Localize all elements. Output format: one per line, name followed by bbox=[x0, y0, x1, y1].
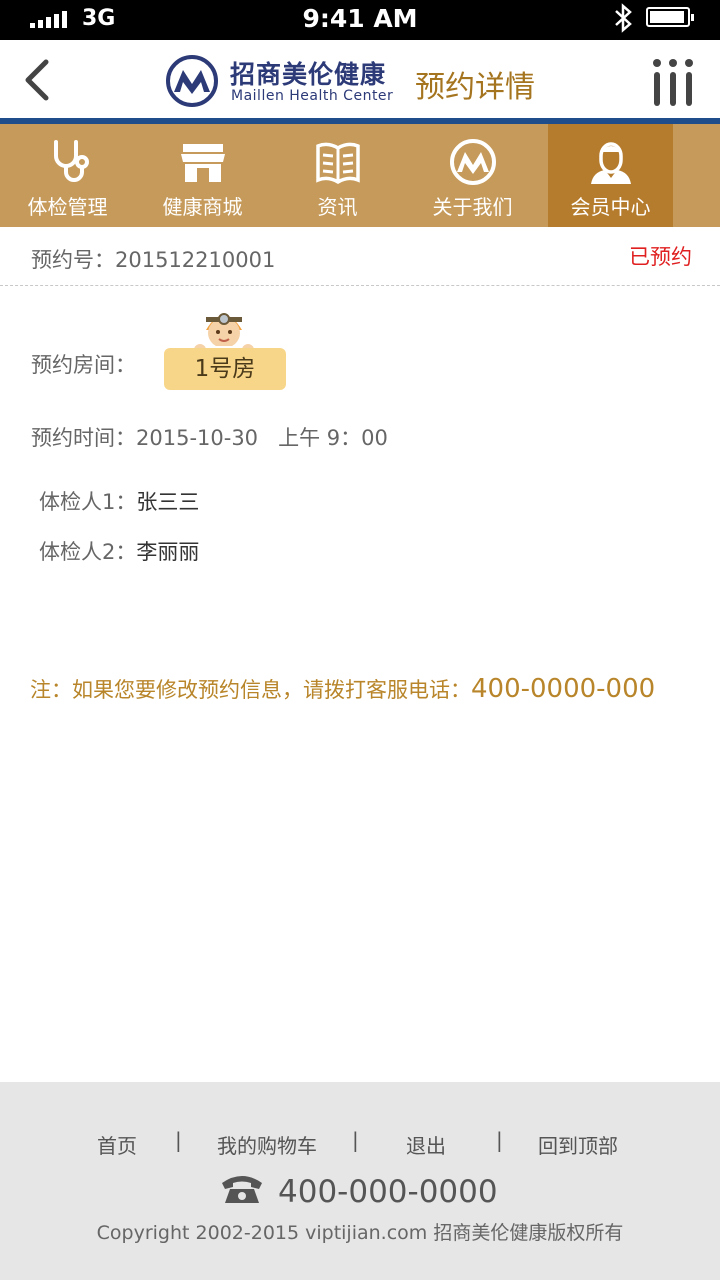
footer-phone[interactable]: 400-000-0000 bbox=[278, 1174, 498, 1210]
menu-icon[interactable] bbox=[650, 58, 696, 108]
footer-separator: | bbox=[175, 1128, 182, 1152]
phone-icon bbox=[222, 1176, 262, 1203]
order-number: 预约号：201512210001 bbox=[31, 244, 275, 274]
status-badge: 已预约 bbox=[629, 245, 692, 269]
battery-icon bbox=[646, 7, 694, 27]
time-value: 上午 9：00 bbox=[278, 426, 388, 450]
footer-separator: | bbox=[496, 1128, 503, 1152]
appointment-time: 预约时间：2015-10-30 上午 9：00 bbox=[31, 422, 388, 452]
back-button[interactable] bbox=[18, 58, 58, 102]
nav-item-exam[interactable]: 体检管理 bbox=[0, 124, 135, 227]
page-title: 预约详情 bbox=[415, 70, 535, 105]
order-label: 预约号： bbox=[31, 248, 115, 272]
nav-label: 体检管理 bbox=[27, 195, 108, 219]
nav-label: 会员中心 bbox=[570, 195, 651, 219]
person-label: 体检人2： bbox=[39, 540, 137, 564]
person-name: 李丽丽 bbox=[136, 540, 200, 564]
note-text: 注：如果您要修改预约信息，请拨打客服电话： bbox=[30, 678, 471, 702]
footer: 首页 | 我的购物车 | 退出 | 回到顶部 400-000-0000 Copy… bbox=[0, 1082, 720, 1280]
stethoscope-icon bbox=[53, 140, 89, 182]
brand-name-en: Maillen Health Center bbox=[231, 88, 394, 104]
person-row: 体检人1：张三三 bbox=[39, 486, 199, 516]
person-row: 体检人2：李丽丽 bbox=[39, 536, 199, 566]
person-label: 体检人1： bbox=[39, 490, 137, 514]
nav-item-store[interactable]: 健康商城 bbox=[135, 124, 270, 227]
footer-separator: | bbox=[352, 1128, 359, 1152]
room-badge: 1号房 bbox=[164, 348, 286, 390]
main-nav: 体检管理 健康商城 资讯 关于我们 会员中心 bbox=[0, 124, 720, 227]
nav-item-about[interactable]: 关于我们 bbox=[405, 124, 540, 227]
store-icon bbox=[180, 144, 225, 182]
note-phone[interactable]: 400-0000-000 bbox=[471, 674, 655, 704]
footer-link-cart[interactable]: 我的购物车 bbox=[217, 1130, 317, 1159]
status-bar: 3G 9:41 AM bbox=[0, 0, 720, 40]
date-value: 2015-10-30 bbox=[136, 426, 259, 450]
nav-item-news[interactable]: 资讯 bbox=[270, 124, 405, 227]
contact-note: 注：如果您要修改预约信息，请拨打客服电话：400-0000-000 bbox=[30, 674, 655, 704]
bluetooth-icon bbox=[615, 3, 632, 33]
news-icon bbox=[315, 142, 360, 185]
logo-icon bbox=[449, 139, 496, 185]
order-value: 201512210001 bbox=[115, 248, 276, 272]
member-icon bbox=[590, 142, 631, 184]
footer-link-home[interactable]: 首页 bbox=[97, 1130, 137, 1159]
brand-name-cn: 招商美伦健康 bbox=[230, 60, 387, 89]
nav-label: 健康商城 bbox=[162, 195, 243, 219]
person-name: 张三三 bbox=[136, 490, 200, 514]
nav-label: 关于我们 bbox=[432, 195, 513, 219]
brand-logo-icon bbox=[166, 55, 218, 107]
footer-link-logout[interactable]: 退出 bbox=[406, 1130, 446, 1159]
copyright: Copyright 2002-2015 viptijian.com 招商美伦健康… bbox=[96, 1222, 624, 1244]
footer-link-top[interactable]: 回到顶部 bbox=[538, 1130, 618, 1159]
nav-label: 资讯 bbox=[317, 195, 358, 219]
app-header: 招商美伦健康 Maillen Health Center 预约详情 bbox=[0, 40, 720, 120]
nav-item-member[interactable]: 会员中心 bbox=[548, 124, 673, 227]
time-label: 预约时间： bbox=[31, 426, 136, 450]
room-label: 预约房间： bbox=[31, 353, 136, 377]
dashed-divider bbox=[0, 285, 720, 286]
